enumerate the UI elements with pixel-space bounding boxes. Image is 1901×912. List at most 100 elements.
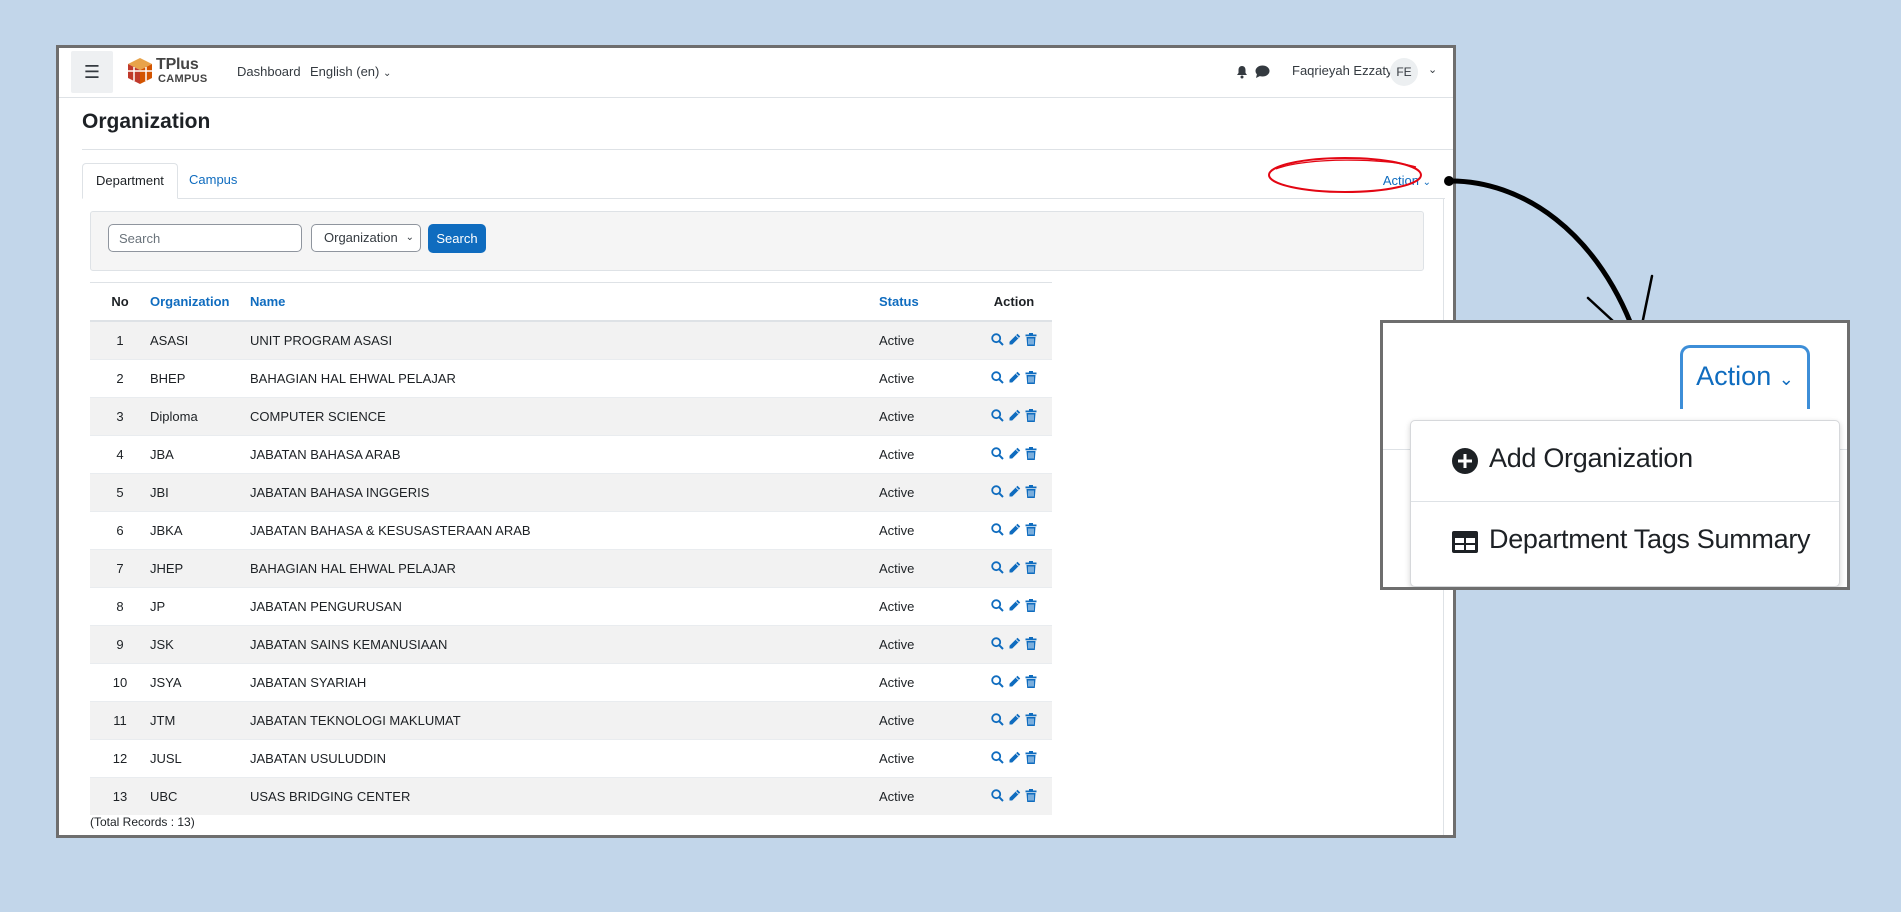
trash-icon[interactable] bbox=[1025, 750, 1037, 764]
cell-name: JABATAN SAINS KEMANUSIAAN bbox=[250, 625, 879, 664]
table-row: 9 JSK JABATAN SAINS KEMANUSIAAN Active bbox=[90, 625, 1052, 664]
cell-no: 13 bbox=[90, 777, 150, 815]
tab-department[interactable]: Department bbox=[82, 163, 178, 199]
cell-organization: UBC bbox=[150, 777, 250, 815]
header-name[interactable]: Name bbox=[250, 282, 879, 322]
search-icon[interactable] bbox=[991, 560, 1004, 574]
cell-organization: JSK bbox=[150, 625, 250, 664]
trash-icon[interactable] bbox=[1025, 636, 1037, 650]
search-icon[interactable] bbox=[991, 750, 1004, 764]
search-icon[interactable] bbox=[991, 332, 1004, 346]
tab-bar: Department Campus Action ⌄ bbox=[82, 163, 1445, 199]
pencil-icon[interactable] bbox=[1008, 599, 1021, 612]
hamburger-icon[interactable]: ☰ bbox=[71, 51, 113, 93]
pencil-icon[interactable] bbox=[1008, 371, 1021, 384]
user-name[interactable]: Faqrieyah Ezzaty bbox=[1292, 63, 1392, 78]
search-icon[interactable] bbox=[991, 598, 1004, 612]
cell-actions bbox=[976, 777, 1052, 815]
cell-name: USAS BRIDGING CENTER bbox=[250, 777, 879, 815]
nav-dashboard-link[interactable]: Dashboard bbox=[237, 64, 301, 79]
search-input[interactable] bbox=[108, 224, 302, 252]
search-icon[interactable] bbox=[991, 484, 1004, 498]
table-row: 3 Diploma COMPUTER SCIENCE Active bbox=[90, 397, 1052, 436]
cell-name: JABATAN SYARIAH bbox=[250, 663, 879, 702]
search-icon[interactable] bbox=[991, 408, 1004, 422]
cell-organization: JBA bbox=[150, 435, 250, 474]
pencil-icon[interactable] bbox=[1008, 675, 1021, 688]
cell-actions bbox=[976, 701, 1052, 740]
chat-icon[interactable] bbox=[1255, 65, 1270, 79]
search-button[interactable]: Search bbox=[428, 224, 486, 253]
trash-icon[interactable] bbox=[1025, 484, 1037, 498]
cell-no: 12 bbox=[90, 739, 150, 778]
pencil-icon[interactable] bbox=[1008, 409, 1021, 422]
search-icon[interactable] bbox=[991, 788, 1004, 802]
trash-icon[interactable] bbox=[1025, 446, 1037, 460]
cell-status: Active bbox=[879, 549, 976, 588]
cube-logo-icon bbox=[128, 58, 152, 84]
pencil-icon[interactable] bbox=[1008, 523, 1021, 536]
search-icon[interactable] bbox=[991, 522, 1004, 536]
pencil-icon[interactable] bbox=[1008, 561, 1021, 574]
language-label: English (en) bbox=[310, 64, 380, 79]
cell-name: JABATAN TEKNOLOGI MAKLUMAT bbox=[250, 701, 879, 740]
search-icon[interactable] bbox=[991, 636, 1004, 650]
trash-icon[interactable] bbox=[1025, 332, 1037, 346]
trash-icon[interactable] bbox=[1025, 712, 1037, 726]
table-row: 4 JBA JABATAN BAHASA ARAB Active bbox=[90, 435, 1052, 474]
avatar[interactable]: FE bbox=[1390, 58, 1418, 86]
search-icon[interactable] bbox=[991, 446, 1004, 460]
menu-item-department-tags-summary[interactable]: Department Tags Summary bbox=[1411, 502, 1839, 582]
tab-campus[interactable]: Campus bbox=[176, 163, 250, 197]
table-header-row: No Organization Name Status Action bbox=[90, 282, 1052, 322]
search-icon[interactable] bbox=[991, 712, 1004, 726]
header-status[interactable]: Status bbox=[879, 282, 976, 322]
table-row: 11 JTM JABATAN TEKNOLOGI MAKLUMAT Active bbox=[90, 701, 1052, 740]
cell-no: 3 bbox=[90, 397, 150, 436]
zoomed-action-button[interactable]: Action ⌄ bbox=[1680, 345, 1810, 409]
cell-name: UNIT PROGRAM ASASI bbox=[250, 320, 879, 360]
search-icon[interactable] bbox=[991, 370, 1004, 384]
cell-status: Active bbox=[879, 625, 976, 664]
table-row: 10 JSYA JABATAN SYARIAH Active bbox=[90, 663, 1052, 702]
cell-status: Active bbox=[879, 320, 976, 360]
top-navbar: ☰ TPlus CAMPUS Dashboard English (en) ⌄ … bbox=[59, 48, 1453, 98]
cell-actions bbox=[976, 587, 1052, 626]
trash-icon[interactable] bbox=[1025, 788, 1037, 802]
cell-actions bbox=[976, 473, 1052, 512]
cell-no: 4 bbox=[90, 435, 150, 474]
header-organization[interactable]: Organization bbox=[150, 282, 250, 322]
pencil-icon[interactable] bbox=[1008, 789, 1021, 802]
cell-status: Active bbox=[879, 663, 976, 702]
pencil-icon[interactable] bbox=[1008, 751, 1021, 764]
trash-icon[interactable] bbox=[1025, 598, 1037, 612]
table-row: 7 JHEP BAHAGIAN HAL EHWAL PELAJAR Active bbox=[90, 549, 1052, 588]
trash-icon[interactable] bbox=[1025, 370, 1037, 384]
pencil-icon[interactable] bbox=[1008, 637, 1021, 650]
pencil-icon[interactable] bbox=[1008, 713, 1021, 726]
cell-name: JABATAN BAHASA ARAB bbox=[250, 435, 879, 474]
bell-icon[interactable] bbox=[1235, 65, 1249, 79]
table-row: 1 ASASI UNIT PROGRAM ASASI Active bbox=[90, 320, 1052, 360]
cell-actions bbox=[976, 625, 1052, 664]
trash-icon[interactable] bbox=[1025, 560, 1037, 574]
chevron-down-icon[interactable]: ⌄ bbox=[1428, 63, 1437, 76]
table-row: 5 JBI JABATAN BAHASA INGGERIS Active bbox=[90, 473, 1052, 512]
cell-actions bbox=[976, 549, 1052, 588]
menu-item-add-organization[interactable]: Add Organization bbox=[1411, 421, 1839, 502]
plus-circle-icon bbox=[1452, 448, 1478, 474]
trash-icon[interactable] bbox=[1025, 674, 1037, 688]
organization-filter-select[interactable]: Organization ⌄ bbox=[311, 224, 421, 252]
search-icon[interactable] bbox=[991, 674, 1004, 688]
cell-name: BAHAGIAN HAL EHWAL PELAJAR bbox=[250, 359, 879, 398]
pencil-icon[interactable] bbox=[1008, 485, 1021, 498]
trash-icon[interactable] bbox=[1025, 408, 1037, 422]
cell-status: Active bbox=[879, 739, 976, 778]
pencil-icon[interactable] bbox=[1008, 333, 1021, 346]
tplus-campus-logo[interactable]: TPlus CAMPUS bbox=[127, 54, 207, 88]
pencil-icon[interactable] bbox=[1008, 447, 1021, 460]
cell-organization: JUSL bbox=[150, 739, 250, 778]
trash-icon[interactable] bbox=[1025, 522, 1037, 536]
cell-name: JABATAN PENGURUSAN bbox=[250, 587, 879, 626]
language-menu[interactable]: English (en) ⌄ bbox=[310, 64, 391, 79]
